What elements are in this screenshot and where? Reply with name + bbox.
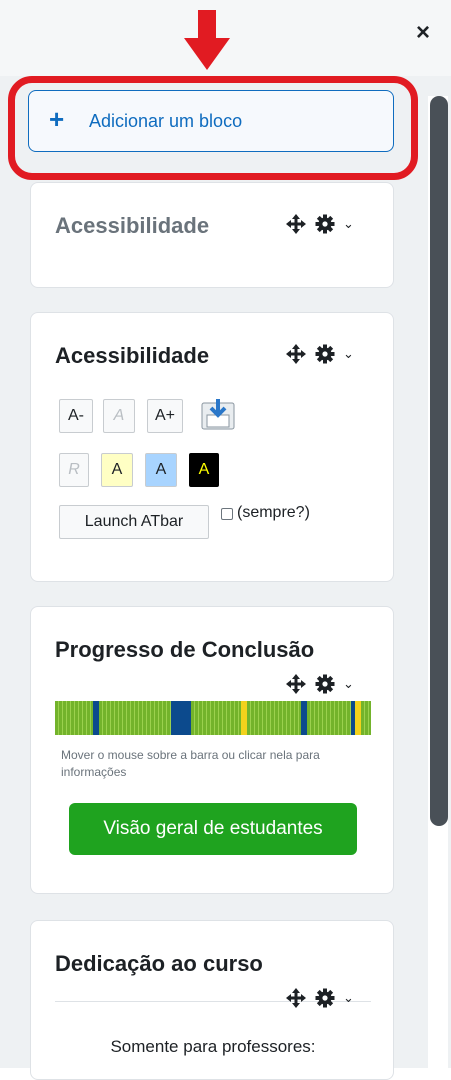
colour-yellow-button[interactable]: A [101, 453, 133, 487]
chevron-down-icon[interactable]: ⌄ [343, 216, 354, 232]
block-controls: ⌄ [285, 987, 354, 1009]
launch-atbar-button[interactable]: Launch ATbar [59, 505, 209, 539]
block-title: Acessibilidade [55, 343, 210, 368]
reset-font-button[interactable]: A [103, 399, 135, 433]
progress-segment-complete[interactable] [247, 701, 301, 735]
progress-segment-complete[interactable] [99, 701, 171, 735]
gear-icon[interactable] [315, 674, 335, 694]
increase-font-button[interactable]: A+ [147, 399, 183, 433]
progress-segment-incomplete[interactable] [171, 701, 191, 735]
save-settings-icon[interactable] [199, 397, 237, 433]
scrollbar-thumb[interactable] [430, 96, 448, 826]
plus-icon: + [49, 104, 65, 134]
move-icon[interactable] [285, 987, 307, 1009]
gear-icon[interactable] [315, 214, 335, 234]
chevron-down-icon[interactable]: ⌄ [343, 346, 354, 362]
block-accessibility-1: Acessibilidade ⌄ [30, 182, 394, 288]
block-completion-progress: Progresso de Conclusão ⌄ Mover o mouse s… [30, 606, 394, 894]
colour-high-contrast-button[interactable]: A [189, 453, 219, 487]
move-icon[interactable] [285, 673, 307, 695]
progress-segment-complete[interactable] [361, 701, 371, 735]
add-block-label: Adicionar um bloco [89, 111, 243, 131]
progress-segment-complete[interactable] [307, 701, 351, 735]
move-icon[interactable] [285, 213, 307, 235]
add-block-button[interactable]: + Adicionar um bloco [28, 90, 394, 152]
block-controls: ⌄ [285, 213, 354, 235]
block-title: Progresso de Conclusão [55, 637, 315, 662]
close-drawer-button[interactable]: × [412, 21, 434, 45]
block-controls: ⌄ [285, 343, 354, 365]
teachers-only-text: Somente para professores: [110, 1037, 316, 1056]
decrease-font-button[interactable]: A- [59, 399, 93, 433]
move-icon[interactable] [285, 343, 307, 365]
progress-segment-complete[interactable] [55, 701, 93, 735]
block-controls: ⌄ [285, 673, 354, 695]
block-course-dedication: Dedicação ao curso ⌄ Somente para profes… [30, 920, 394, 1080]
always-checkbox[interactable] [221, 508, 233, 520]
completion-progress-bar[interactable] [55, 701, 371, 735]
students-overview-button[interactable]: Visão geral de estudantes [69, 803, 357, 855]
block-title: Acessibilidade [55, 213, 210, 238]
reset-colour-button[interactable]: R [59, 453, 89, 487]
gear-icon[interactable] [315, 988, 335, 1008]
colour-blue-button[interactable]: A [145, 453, 177, 487]
progress-info-text: Mover o mouse sobre a barra ou clicar ne… [61, 748, 320, 779]
gear-icon[interactable] [315, 344, 335, 364]
chevron-down-icon[interactable]: ⌄ [343, 676, 354, 692]
chevron-down-icon[interactable]: ⌄ [343, 990, 354, 1006]
block-title: Dedicação ao curso [55, 951, 263, 976]
block-accessibility-2: Acessibilidade ⌄ A- A A+ R A A A Launch … [30, 312, 394, 582]
always-label: (sempre?) [237, 504, 310, 521]
annotation-arrow-icon [184, 10, 230, 70]
progress-segment-complete[interactable] [191, 701, 241, 735]
